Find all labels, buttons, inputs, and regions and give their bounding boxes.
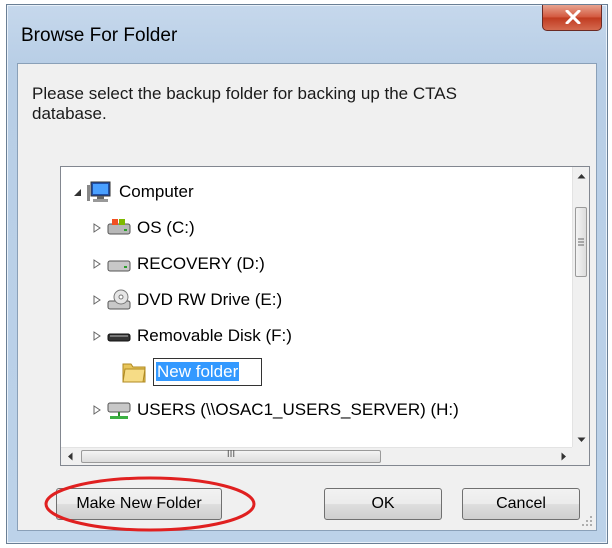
network-drive-icon xyxy=(107,399,131,421)
scroll-right-arrow-icon[interactable] xyxy=(555,448,572,465)
tree-item-os-c[interactable]: OS (C:) xyxy=(91,211,195,245)
scrollbar-corner xyxy=(572,447,589,465)
scroll-grip-text: III xyxy=(226,449,236,460)
tree-item-users-h[interactable]: USERS (\\OSAC1_USERS_SERVER) (H:) xyxy=(91,393,459,427)
collapsed-arrow-icon[interactable] xyxy=(91,222,103,234)
collapsed-arrow-icon[interactable] xyxy=(91,258,103,270)
computer-icon xyxy=(87,181,113,203)
scroll-down-arrow-icon[interactable] xyxy=(573,431,589,448)
dvd-drive-icon xyxy=(107,289,131,311)
tree-item-dvd-e[interactable]: DVD RW Drive (E:) xyxy=(91,283,282,317)
collapsed-arrow-icon[interactable] xyxy=(91,404,103,416)
scroll-left-arrow-icon[interactable] xyxy=(61,448,78,465)
dialog-title: Browse For Folder xyxy=(21,25,178,46)
make-new-folder-button[interactable]: Make New Folder xyxy=(56,488,222,520)
dialog-body: Please select the backup folder for back… xyxy=(17,63,597,532)
vertical-scrollbar[interactable] xyxy=(572,167,589,448)
tree-item-removable-f[interactable]: Removable Disk (F:) xyxy=(91,319,292,353)
tree-item-label: Removable Disk (F:) xyxy=(137,326,292,345)
close-button[interactable] xyxy=(542,5,602,31)
tree-item-computer[interactable]: Computer xyxy=(71,175,194,209)
tree-item-label: RECOVERY (D:) xyxy=(137,254,265,273)
removable-disk-icon xyxy=(107,326,131,346)
vertical-scroll-thumb[interactable] xyxy=(575,207,587,277)
browse-for-folder-dialog: Browse For Folder Please select the back… xyxy=(6,4,608,544)
resize-grip-icon[interactable] xyxy=(581,515,593,527)
horizontal-scroll-thumb[interactable]: III xyxy=(81,449,381,463)
collapsed-arrow-icon[interactable] xyxy=(91,330,103,342)
tree-item-label: DVD RW Drive (E:) xyxy=(137,290,283,309)
instructions-text: Please select the backup folder for back… xyxy=(32,84,457,123)
folder-name-input[interactable]: New folder xyxy=(153,358,263,386)
ok-button[interactable]: OK xyxy=(324,488,442,520)
drive-icon xyxy=(107,254,131,274)
folder-name-selected-text: New folder xyxy=(156,362,240,381)
scroll-up-arrow-icon[interactable] xyxy=(573,167,589,184)
tree-item-label: OS (C:) xyxy=(137,218,195,237)
expanded-arrow-icon[interactable] xyxy=(71,186,83,198)
folder-icon xyxy=(121,360,147,384)
local-disk-icon xyxy=(107,218,131,238)
cancel-button[interactable]: Cancel xyxy=(462,488,580,520)
close-icon xyxy=(565,10,581,24)
folder-tree[interactable]: Computer OS (C:) RECOVERY (D:) DVD RW Dr… xyxy=(60,166,590,466)
title-bar[interactable]: Browse For Folder xyxy=(7,5,607,61)
tree-item-new-folder[interactable]: New folder xyxy=(121,355,263,389)
collapsed-arrow-icon[interactable] xyxy=(91,294,103,306)
tree-item-label: USERS (\\OSAC1_USERS_SERVER) (H:) xyxy=(137,400,459,419)
horizontal-scrollbar[interactable]: III xyxy=(61,447,572,465)
tree-item-recovery-d[interactable]: RECOVERY (D:) xyxy=(91,247,265,281)
tree-item-label: Computer xyxy=(119,182,194,201)
